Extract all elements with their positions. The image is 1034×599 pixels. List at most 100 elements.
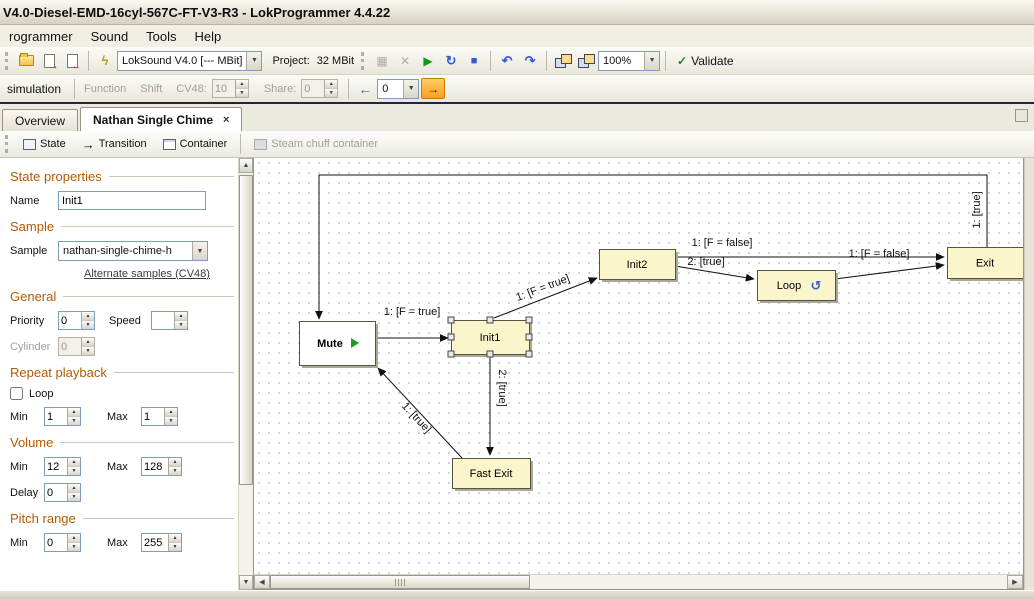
scroll-left-icon[interactable]: ◀ [254,575,270,589]
selection-handle[interactable] [448,351,454,357]
selection-handle[interactable] [448,317,454,323]
pitch-max-value[interactable] [142,534,168,551]
validate-button[interactable]: ✓ Validate [671,50,740,72]
repeat-max-stepper[interactable]: ▲▼ [141,407,178,426]
volume-min-value[interactable] [45,458,67,475]
spin-up-icon[interactable]: ▲ [169,458,181,467]
name-field[interactable] [58,191,206,210]
sample-select[interactable]: nathan-single-chime-h ▼ [58,241,208,261]
loop-play-icon[interactable]: ↻ [440,50,462,72]
arrange-windows-icon[interactable] [552,50,574,72]
alternate-samples-link[interactable]: Alternate samples (CV48) [84,268,210,280]
add-transition-button[interactable]: → Transition [75,134,154,155]
spin-up-icon[interactable]: ▲ [68,484,80,493]
read-decoder-icon[interactable]: → [38,50,60,72]
write-decoder-icon[interactable]: ← [61,50,83,72]
toolbar-grip[interactable] [5,52,11,70]
spin-down-icon[interactable]: ▼ [175,321,187,329]
toolbar-grip[interactable] [5,135,11,153]
zoom-select[interactable]: 100% ▼ [598,51,660,71]
volume-max-label: Max [107,461,141,473]
spin-down-icon[interactable]: ▼ [169,467,181,475]
scroll-right-icon[interactable]: ▶ [1007,575,1023,589]
add-container-button[interactable]: Container [156,134,235,155]
chevron-down-icon[interactable]: ▼ [644,52,659,70]
toolbar-grip[interactable] [361,52,367,70]
connection-icon[interactable]: ϟ [94,50,116,72]
step-select[interactable]: 0 ▼ [377,79,419,99]
tab-nathan-single-chime[interactable]: Nathan Single Chime × [80,107,242,131]
scrollbar-thumb[interactable] [270,575,530,589]
open-project-icon[interactable] [15,50,37,72]
spin-down-icon[interactable]: ▼ [165,417,177,425]
priority-stepper[interactable]: ▲▼ [58,311,95,330]
tab-overview[interactable]: Overview [2,109,78,131]
add-state-button[interactable]: State [16,134,73,155]
spin-down-icon[interactable]: ▼ [82,321,94,329]
tab-scroll-button[interactable] [1015,109,1028,122]
selection-handle[interactable] [448,334,454,340]
undo-icon[interactable]: ↶ [496,50,518,72]
delay-stepper[interactable]: ▲▼ [44,483,81,502]
menu-sound[interactable]: Sound [82,27,138,46]
step-back-icon[interactable]: ← [355,81,375,97]
spin-up-icon[interactable]: ▲ [68,408,80,417]
new-window-icon[interactable] [575,50,597,72]
spin-up-icon[interactable]: ▲ [175,312,187,321]
chevron-down-icon[interactable]: ▼ [403,80,418,98]
delay-value[interactable] [45,484,67,501]
scroll-down-icon[interactable]: ▼ [239,575,253,590]
canvas-hscrollbar[interactable]: ◀ ▶ [254,574,1023,589]
diagram-canvas[interactable]: 1: [true]1: [F = true]1: [F = true]1: [F… [254,158,1023,574]
play-sound-icon[interactable]: ▶ [417,50,439,72]
priority-value[interactable] [59,312,81,329]
selection-handle[interactable] [526,351,532,357]
app-window: V4.0-Diesel-EMD-16cyl-567C-FT-V3-R3 - Lo… [0,0,1034,599]
spin-down-icon[interactable]: ▼ [169,543,181,551]
pitch-min-stepper[interactable]: ▲▼ [44,533,81,552]
pitch-min-value[interactable] [45,534,67,551]
stop-icon[interactable]: ■ [463,50,485,72]
menu-help[interactable]: Help [186,27,231,46]
menu-programmer[interactable]: rogrammer [0,27,82,46]
scrollbar-thumb[interactable] [239,175,253,485]
transition-line[interactable] [835,265,944,279]
repeat-min-value[interactable] [45,408,67,425]
spin-down-icon[interactable]: ▼ [68,417,80,425]
spin-up-icon[interactable]: ▲ [68,458,80,467]
close-tab-icon[interactable]: × [223,114,229,126]
spin-up-icon[interactable]: ▲ [82,312,94,321]
redo-icon[interactable]: ↷ [519,50,541,72]
spin-down-icon[interactable]: ▼ [68,543,80,551]
volume-max-stepper[interactable]: ▲▼ [141,457,182,476]
loop-checkbox[interactable] [10,387,23,400]
selection-handle[interactable] [487,351,493,357]
chevron-down-icon[interactable]: ▼ [192,242,207,260]
selection-handle[interactable] [487,317,493,323]
repeat-min-stepper[interactable]: ▲▼ [44,407,81,426]
spin-up-icon[interactable]: ▲ [169,534,181,543]
repeat-max-value[interactable] [142,408,164,425]
device-select[interactable]: LokSound V4.0 [--- MBit] ▼ [117,51,262,71]
volume-max-value[interactable] [142,458,168,475]
section-header-pitch-range: Pitch range [10,511,234,526]
spin-up-icon[interactable]: ▲ [165,408,177,417]
speed-value[interactable] [152,312,174,329]
section-header-repeat-playback: Repeat playback [10,365,234,380]
pitch-max-stepper[interactable]: ▲▼ [141,533,182,552]
transition-line[interactable] [319,175,987,319]
chevron-down-icon[interactable]: ▼ [246,52,261,70]
speed-stepper[interactable]: ▲▼ [151,311,188,330]
spin-down-icon[interactable]: ▼ [68,493,80,501]
step-forward-button[interactable]: → [421,78,445,99]
selection-handle[interactable] [526,334,532,340]
volume-min-stepper[interactable]: ▲▼ [44,457,81,476]
properties-scrollbar[interactable]: ▲ ▼ [238,158,253,590]
scroll-up-icon[interactable]: ▲ [239,158,253,173]
menu-tools[interactable]: Tools [137,27,185,46]
spin-down-icon[interactable]: ▼ [68,467,80,475]
simulation-toolbar: simulation Function Shift CV48: ▲▼ Share… [0,75,1034,104]
state-properties-panel: State properties Name Sample Sample nath… [0,158,238,590]
spin-up-icon[interactable]: ▲ [68,534,80,543]
selection-handle[interactable] [526,317,532,323]
